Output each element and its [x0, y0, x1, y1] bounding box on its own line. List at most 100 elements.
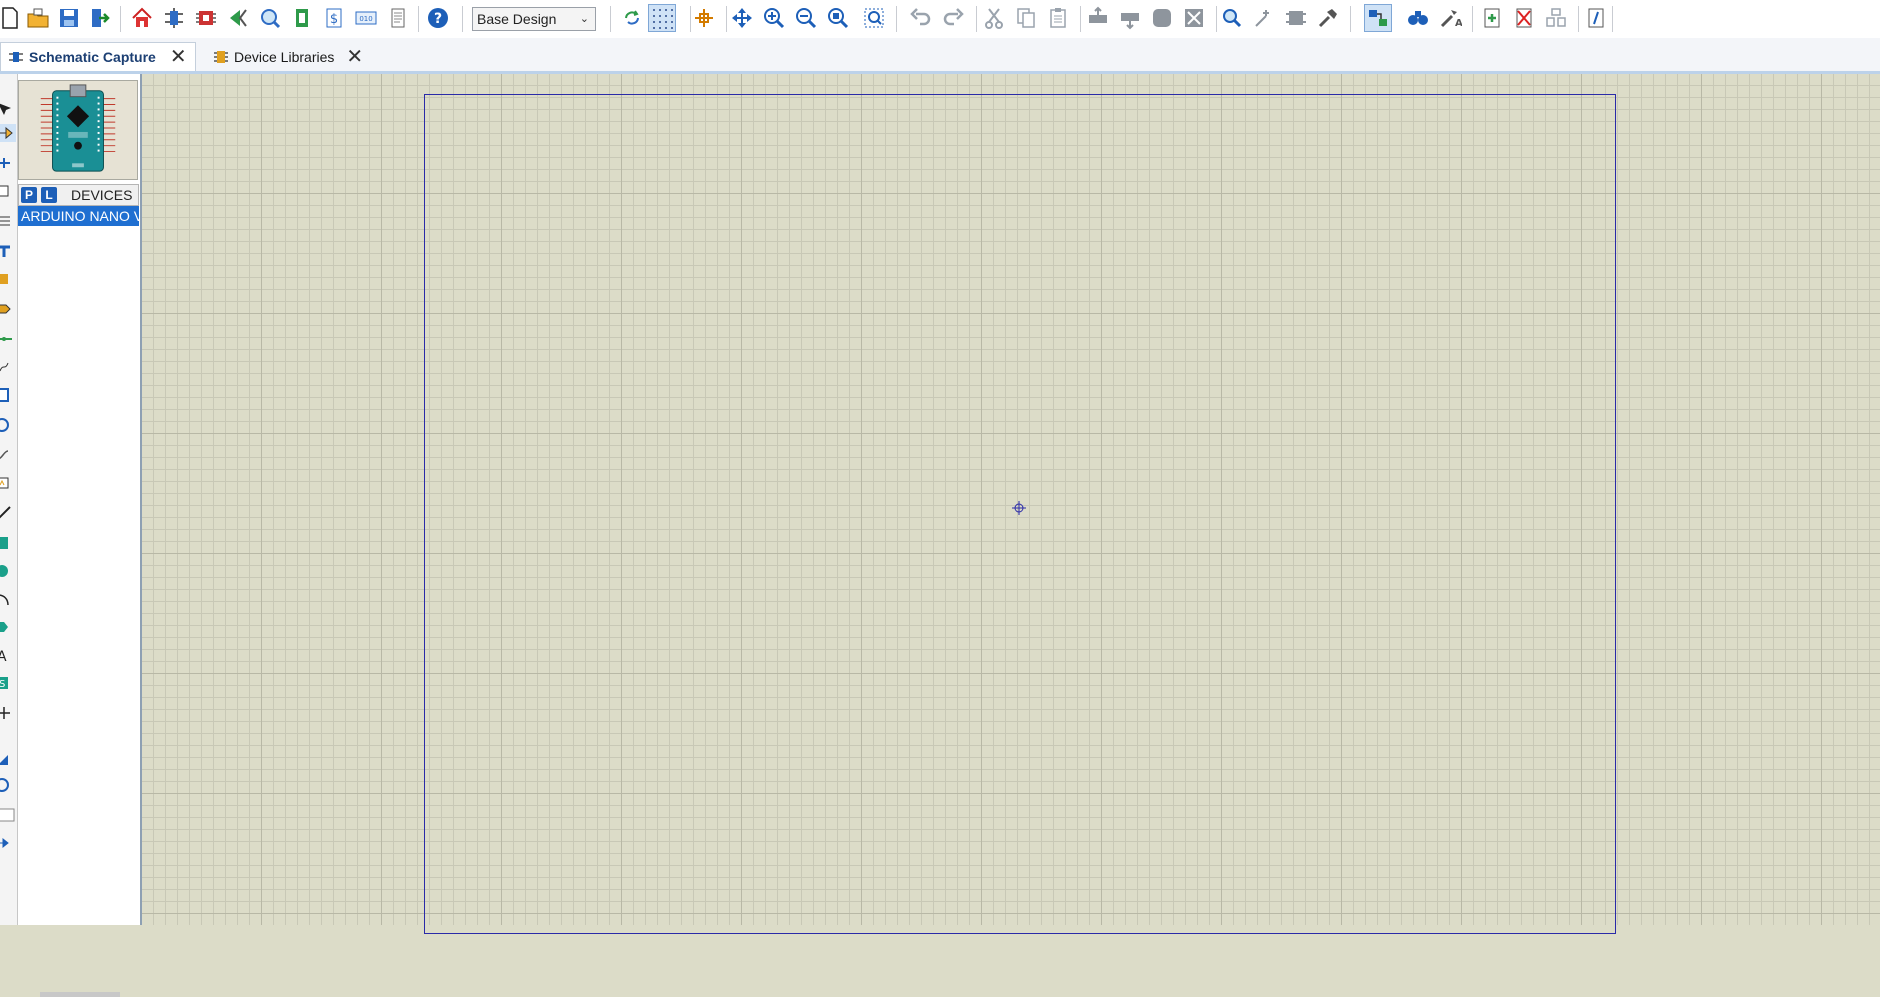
devices-title: DEVICES: [71, 187, 133, 203]
schematic-icon[interactable]: [160, 4, 188, 32]
copy-icon[interactable]: [1012, 4, 1040, 32]
svg-text:010: 010: [359, 15, 372, 23]
exit-to-parent-icon[interactable]: [1542, 4, 1570, 32]
device-list: ARDUINO NANO V: [18, 206, 139, 906]
component-mode-icon[interactable]: [0, 124, 16, 142]
close-icon[interactable]: ✕: [346, 47, 363, 67]
library-icon: [214, 50, 228, 63]
generator-icon[interactable]: [0, 416, 16, 434]
document-tabs: Schematic Capture ✕ Device Libraries ✕: [0, 38, 1880, 74]
import-icon[interactable]: [86, 4, 114, 32]
origin-icon[interactable]: [690, 4, 718, 32]
open-file-icon[interactable]: [24, 4, 52, 32]
box-icon[interactable]: [0, 534, 16, 552]
zoom-out-icon[interactable]: [792, 4, 820, 32]
chevron-down-icon: ⌄: [579, 13, 589, 25]
schematic-canvas[interactable]: [142, 74, 1880, 934]
search-icon[interactable]: [1404, 4, 1432, 32]
decompose-icon[interactable]: [1314, 4, 1342, 32]
zoom-in-icon[interactable]: [760, 4, 788, 32]
tab-device-libraries[interactable]: Device Libraries ✕: [206, 42, 374, 71]
pcb-icon[interactable]: [192, 4, 220, 32]
rotate-anticlockwise-icon[interactable]: [0, 776, 16, 794]
svg-text:S: S: [0, 679, 5, 690]
virtual-instrument-icon[interactable]: [0, 474, 16, 492]
terminal-icon[interactable]: [0, 300, 16, 318]
close-icon[interactable]: ✕: [170, 47, 187, 67]
notes-icon[interactable]: [384, 4, 412, 32]
gerber-icon[interactable]: [224, 4, 252, 32]
paste-icon[interactable]: [1044, 4, 1072, 32]
mirror-x-icon[interactable]: [0, 834, 16, 852]
marker-icon[interactable]: [0, 704, 16, 722]
tab-schematic-capture[interactable]: Schematic Capture ✕: [0, 42, 196, 71]
zoom-area-icon[interactable]: [860, 4, 888, 32]
redo-icon[interactable]: [940, 4, 968, 32]
mode-toolbar: A S: [0, 74, 18, 925]
tab-label: Schematic Capture: [29, 49, 156, 65]
make-device-icon[interactable]: [1250, 4, 1278, 32]
cut-icon[interactable]: [980, 4, 1008, 32]
pan-icon[interactable]: [728, 4, 756, 32]
angle-field-icon[interactable]: [0, 806, 16, 824]
code-icon[interactable]: 010: [352, 4, 380, 32]
block-copy-icon[interactable]: [1084, 4, 1112, 32]
main-toolbar: $ 010 ? Base Design ⌄ A: [0, 0, 1880, 39]
bus-icon[interactable]: [0, 240, 16, 258]
packaging-icon[interactable]: [1282, 4, 1310, 32]
new-sheet-icon[interactable]: [1478, 4, 1506, 32]
block-delete-icon[interactable]: [1180, 4, 1208, 32]
arduino-nano-preview-icon: [40, 84, 116, 172]
svg-text:?: ?: [434, 11, 442, 27]
list-item[interactable]: ARDUINO NANO V: [18, 206, 139, 226]
wire-autorouter-icon[interactable]: [1364, 4, 1392, 32]
symbol-icon[interactable]: S: [0, 674, 16, 692]
remove-sheet-icon[interactable]: [1510, 4, 1538, 32]
circle-icon[interactable]: [0, 562, 16, 580]
grid-toggle-icon[interactable]: [648, 4, 676, 32]
svg-text:$: $: [330, 12, 338, 27]
text-script-icon[interactable]: [0, 212, 16, 230]
graph-icon[interactable]: [0, 358, 16, 376]
3d-view-icon[interactable]: [256, 4, 284, 32]
home-icon[interactable]: [128, 4, 156, 32]
device-preview: [18, 80, 138, 180]
path-icon[interactable]: [0, 618, 16, 636]
block-rotate-icon[interactable]: [1148, 4, 1176, 32]
wire-label-icon[interactable]: [0, 182, 16, 200]
cost-icon[interactable]: $: [320, 4, 348, 32]
undo-icon[interactable]: [906, 4, 934, 32]
devices-header: P L DEVICES: [18, 184, 139, 206]
design-variant-value: Base Design: [477, 11, 557, 27]
voltage-probe-icon[interactable]: [0, 446, 16, 464]
rotate-clockwise-icon[interactable]: [0, 750, 16, 768]
library-manager-button[interactable]: L: [41, 187, 57, 203]
tab-label: Device Libraries: [234, 48, 335, 65]
property-assign-icon[interactable]: A: [1436, 4, 1464, 32]
schematic-icon: [9, 52, 23, 62]
object-selector-panel: P L DEVICES ARDUINO NANO V: [18, 74, 142, 997]
horizontal-scrollbar[interactable]: [40, 992, 120, 997]
selection-mode-icon[interactable]: [0, 100, 16, 118]
tape-recorder-icon[interactable]: [0, 386, 16, 404]
design-explorer-icon[interactable]: [1582, 4, 1610, 32]
new-file-icon[interactable]: [0, 4, 24, 32]
pick-device-icon[interactable]: [1218, 4, 1246, 32]
svg-text:A: A: [1455, 18, 1462, 29]
subcircuit-icon[interactable]: [0, 270, 16, 288]
junction-icon[interactable]: [0, 154, 16, 172]
origin-marker-icon: [1012, 501, 1026, 515]
line-icon[interactable]: [0, 504, 16, 522]
svg-text:A: A: [0, 649, 7, 663]
arc-icon[interactable]: [0, 590, 16, 608]
design-variant-select[interactable]: Base Design ⌄: [472, 7, 596, 31]
save-file-icon[interactable]: [55, 4, 83, 32]
text-icon[interactable]: A: [0, 646, 16, 664]
pick-devices-button[interactable]: P: [21, 187, 37, 203]
device-pin-icon[interactable]: [0, 330, 16, 348]
block-move-icon[interactable]: [1116, 4, 1144, 32]
zoom-all-icon[interactable]: [824, 4, 852, 32]
refresh-icon[interactable]: [618, 4, 646, 32]
bom-icon[interactable]: [288, 4, 316, 32]
help-icon[interactable]: ?: [424, 4, 452, 32]
